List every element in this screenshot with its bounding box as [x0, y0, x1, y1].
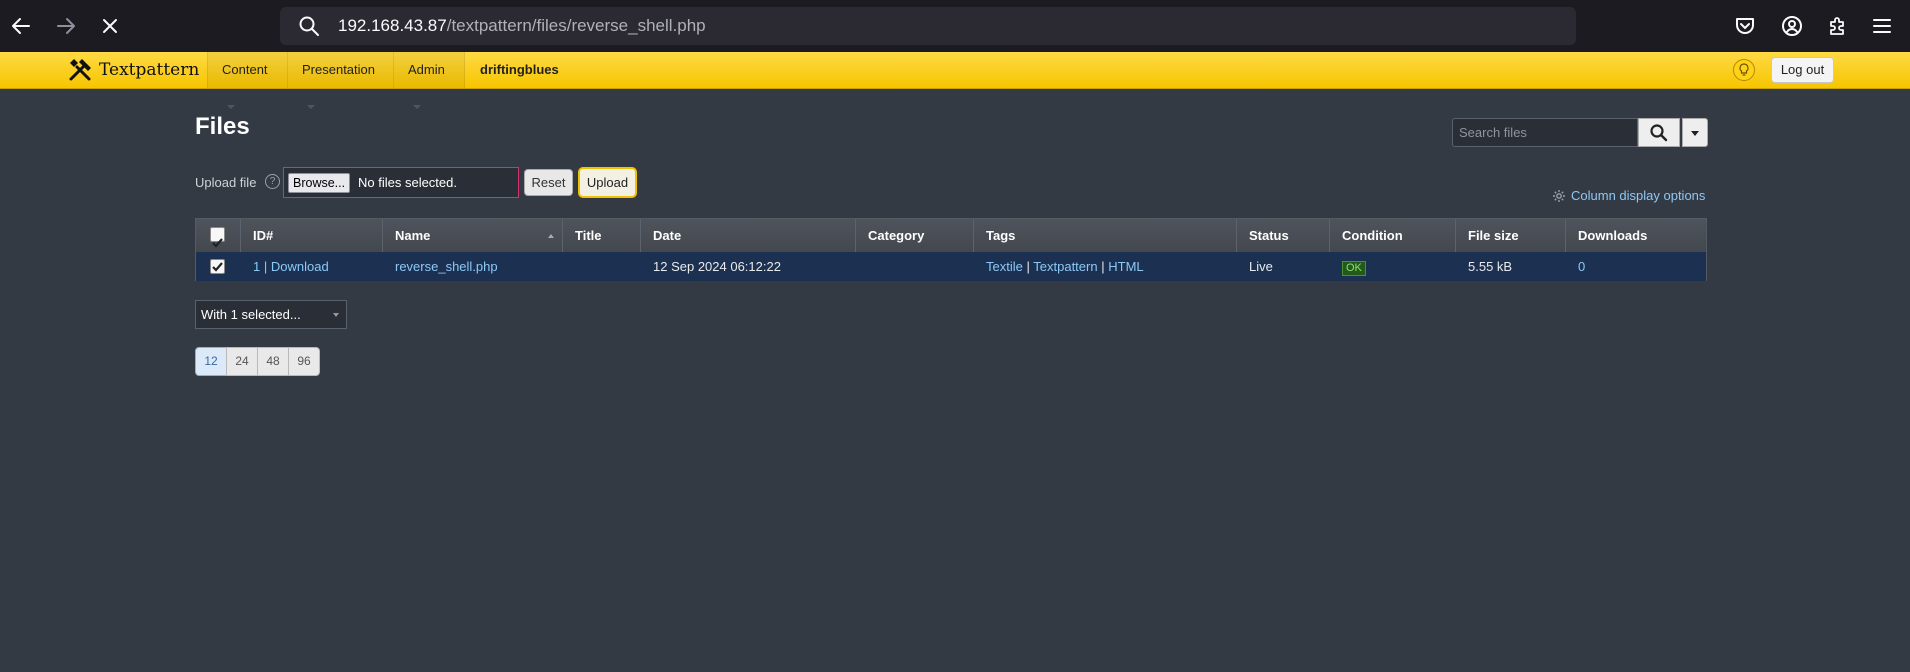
chevron-down-icon: [307, 104, 315, 109]
upload-file-label: Upload file: [195, 175, 257, 190]
file-id-link[interactable]: 1: [253, 259, 260, 274]
search-icon: [298, 15, 320, 42]
column-display-options-label: Column display options: [1571, 188, 1706, 203]
textpattern-header: Textpattern Content Presentation Admin d…: [0, 52, 1910, 109]
search-icon: [1650, 124, 1668, 142]
column-header-file-size[interactable]: File size: [1456, 219, 1566, 252]
column-header-title[interactable]: Title: [563, 219, 641, 252]
url-host: 192.168.43.87: [338, 16, 447, 35]
reset-button[interactable]: Reset: [524, 169, 573, 196]
logout-button[interactable]: Log out: [1771, 57, 1834, 83]
page-title: Files: [195, 113, 250, 140]
menu-presentation-label: Presentation: [302, 62, 375, 77]
column-header-name[interactable]: Name: [383, 219, 563, 252]
chevron-down-icon: [227, 104, 235, 109]
search-input[interactable]: [1452, 118, 1638, 147]
column-header-status[interactable]: Status: [1237, 219, 1330, 252]
cell-id: 1 | Download: [241, 252, 329, 281]
cell-condition: OK: [1330, 252, 1366, 281]
file-name-link[interactable]: reverse_shell.php: [383, 252, 498, 281]
checkmark-icon: [212, 262, 223, 272]
search-options-dropdown[interactable]: [1682, 118, 1708, 147]
tag-separator: |: [1101, 259, 1105, 274]
row-select-checkbox[interactable]: [210, 259, 225, 274]
account-icon[interactable]: [1780, 14, 1804, 38]
table-header: ID# Name Title Date Category Tags Status…: [196, 219, 1706, 253]
column-header-downloads[interactable]: Downloads: [1566, 219, 1706, 252]
chevron-down-icon: [333, 313, 339, 317]
hammer-icon: [69, 59, 91, 81]
back-icon[interactable]: [8, 13, 34, 39]
cell-category: [856, 252, 868, 281]
page-size-option[interactable]: 96: [288, 347, 320, 376]
site-name-link[interactable]: driftingblues: [466, 52, 573, 88]
bulk-action-select[interactable]: With 1 selected...: [195, 300, 347, 329]
menu-admin[interactable]: Admin: [393, 52, 465, 109]
browser-toolbar: 192.168.43.87/textpattern/files/reverse_…: [0, 0, 1910, 52]
menu-content-label: Content: [222, 62, 268, 77]
page-size-option[interactable]: 48: [257, 347, 289, 376]
forward-icon[interactable]: [53, 13, 79, 39]
cell-downloads[interactable]: 0: [1566, 252, 1585, 281]
tag-link[interactable]: HTML: [1108, 259, 1143, 274]
cell-tags: Textile | Textpattern | HTML: [974, 252, 1144, 281]
browse-button[interactable]: Browse...: [288, 173, 351, 193]
column-header-tags: Tags: [974, 219, 1237, 252]
cell-date: 12 Sep 2024 06:12:22: [653, 259, 781, 274]
url-path: /textpattern/files/reverse_shell.php: [446, 16, 706, 35]
file-input-status: No files selected.: [358, 175, 457, 190]
chevron-down-icon: [1691, 131, 1699, 136]
condition-badge: OK: [1342, 261, 1366, 276]
help-icon[interactable]: ?: [265, 174, 280, 189]
table-row[interactable]: 1 | Download reverse_shell.php 12 Sep 20…: [196, 252, 1706, 281]
id-separator: |: [263, 259, 268, 274]
textpattern-logo[interactable]: Textpattern: [67, 57, 199, 83]
hamburger-menu-icon[interactable]: [1870, 14, 1894, 38]
extensions-icon[interactable]: [1826, 14, 1850, 38]
page-size-selector: 12 24 48 96: [195, 347, 320, 376]
page-size-option[interactable]: 12: [195, 347, 227, 376]
tag-link[interactable]: Textile: [986, 259, 1023, 274]
column-display-options-link[interactable]: Column display options: [1552, 188, 1705, 203]
url-text: 192.168.43.87/textpattern/files/reverse_…: [338, 16, 706, 36]
stop-loading-icon[interactable]: [97, 13, 123, 39]
cell-title: [563, 252, 575, 281]
menu-admin-label: Admin: [408, 62, 445, 77]
column-header-name-label: Name: [395, 228, 431, 243]
sort-ascending-icon: [548, 234, 554, 238]
cell-file-size: 5.55 kB: [1468, 259, 1513, 274]
bulk-action-label: With 1 selected...: [201, 307, 301, 322]
menu-presentation[interactable]: Presentation: [287, 52, 393, 109]
column-header-date[interactable]: Date: [641, 219, 856, 252]
column-header-category[interactable]: Category: [856, 219, 974, 252]
page-size-option[interactable]: 24: [226, 347, 258, 376]
menu-content[interactable]: Content: [207, 52, 287, 109]
chevron-down-icon: [413, 104, 421, 109]
search-button[interactable]: [1638, 118, 1680, 147]
select-all-checkbox[interactable]: [210, 227, 225, 248]
gear-icon: [1553, 189, 1565, 202]
download-link[interactable]: Download: [271, 259, 329, 274]
file-input[interactable]: Browse... No files selected.: [283, 167, 519, 198]
upload-button[interactable]: Upload: [578, 167, 637, 198]
column-header-id[interactable]: ID#: [241, 219, 383, 252]
select-all-header: [196, 219, 241, 252]
lightbulb-icon[interactable]: [1733, 59, 1755, 81]
pocket-icon[interactable]: [1733, 14, 1757, 38]
checkmark-icon: [212, 238, 223, 248]
column-header-condition: Condition: [1330, 219, 1456, 252]
tag-link[interactable]: Textpattern: [1033, 259, 1097, 274]
tag-separator: |: [1026, 259, 1030, 274]
brand-name: Textpattern: [99, 60, 200, 80]
cell-status: Live: [1249, 259, 1273, 274]
address-bar[interactable]: 192.168.43.87/textpattern/files/reverse_…: [280, 7, 1576, 45]
files-table: ID# Name Title Date Category Tags Status…: [195, 218, 1707, 281]
